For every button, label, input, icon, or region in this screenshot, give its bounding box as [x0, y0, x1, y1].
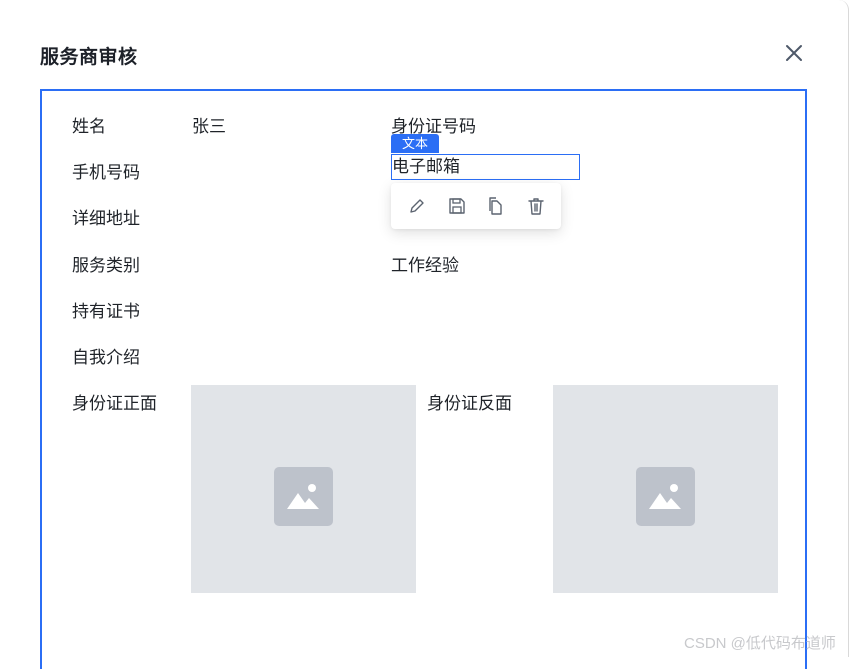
id-front-image[interactable]	[191, 385, 416, 593]
image-placeholder-icon	[636, 467, 695, 526]
audit-dialog: 服务商审核 姓名 张三 身份证号码 手机号码 文本 电子邮箱 详细地址 服务类别…	[0, 0, 849, 669]
service-type-label: 服务类别	[72, 256, 140, 275]
address-label: 详细地址	[72, 209, 140, 228]
id-front-label: 身份证正面	[72, 394, 157, 413]
form-canvas[interactable]: 姓名 张三 身份证号码 手机号码 文本 电子邮箱 详细地址 服务类别 工作经验 …	[40, 89, 807, 669]
image-placeholder-icon	[274, 467, 333, 526]
watermark: CSDN @低代码布道师	[684, 635, 836, 652]
edit-icon[interactable]	[407, 196, 427, 216]
certificate-label: 持有证书	[72, 302, 140, 321]
phone-label: 手机号码	[72, 163, 140, 182]
email-label-selected[interactable]: 电子邮箱	[391, 154, 580, 180]
dialog-title: 服务商审核	[40, 47, 138, 68]
name-value[interactable]: 张三	[192, 112, 226, 137]
id-back-label: 身份证反面	[427, 394, 512, 413]
save-icon[interactable]	[447, 196, 467, 216]
copy-icon[interactable]	[486, 196, 506, 216]
name-label: 姓名	[72, 117, 106, 136]
work-experience-label: 工作经验	[391, 256, 459, 275]
close-icon[interactable]	[782, 41, 806, 65]
component-toolbar	[391, 183, 561, 229]
id-back-image[interactable]	[553, 385, 778, 593]
component-type-tag: 文本	[391, 134, 440, 153]
self-intro-label: 自我介绍	[72, 348, 140, 367]
delete-icon[interactable]	[526, 196, 546, 216]
